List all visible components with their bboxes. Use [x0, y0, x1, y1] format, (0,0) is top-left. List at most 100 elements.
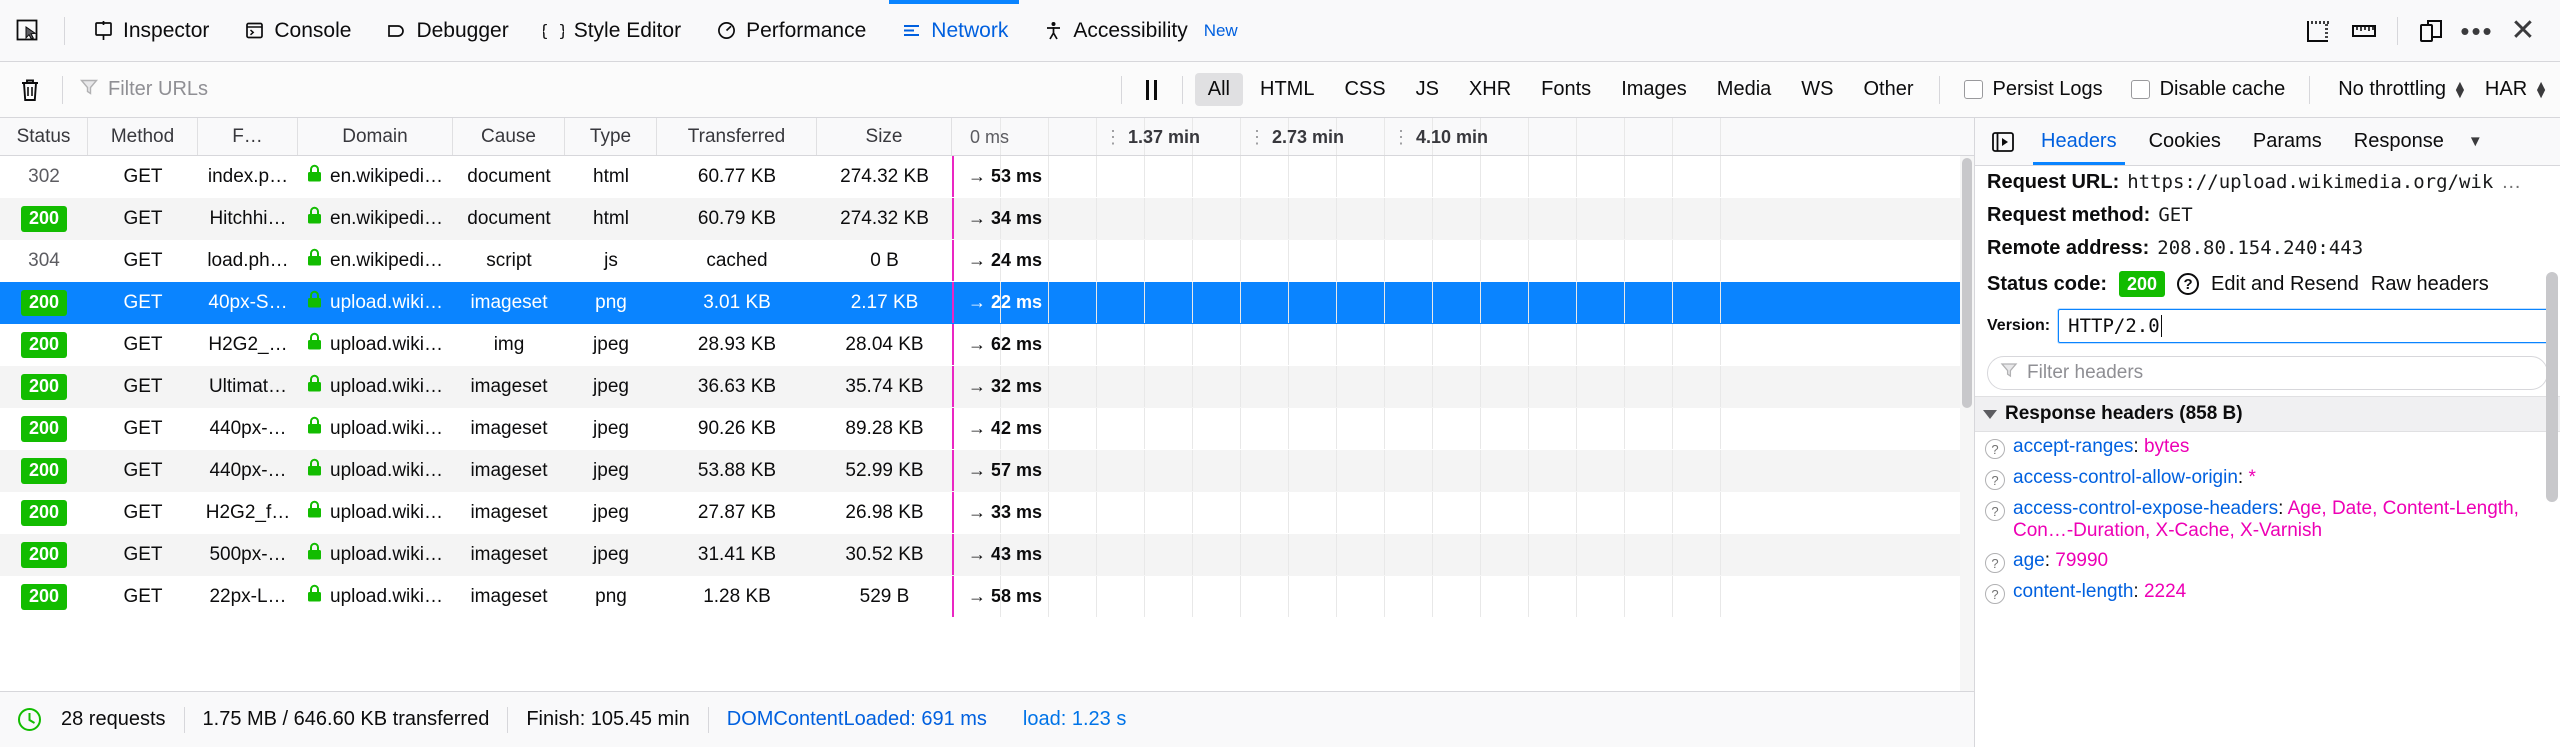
- meatball-menu-icon[interactable]: •••: [2454, 8, 2500, 54]
- table-row[interactable]: 200 GET Hitchhi… en.wikipedia… document …: [0, 198, 1974, 240]
- table-row-selected[interactable]: 200 GET 40px-S… upload.wiki… imageset pn…: [0, 282, 1974, 324]
- table-row[interactable]: 200 GET H2G2_f… upload.wiki… imageset jp…: [0, 492, 1974, 534]
- cell-domain: upload.wiki…: [298, 408, 453, 449]
- pause-icon[interactable]: [1132, 70, 1172, 110]
- details-scrollbar[interactable]: [2546, 262, 2558, 739]
- svg-text:{ }: { }: [543, 21, 564, 40]
- details-scrollbar-thumb[interactable]: [2546, 272, 2558, 502]
- filter-type-js[interactable]: JS: [1403, 73, 1452, 106]
- filter-type-ws[interactable]: WS: [1788, 73, 1846, 106]
- column-header-size[interactable]: Size: [817, 118, 952, 155]
- header-help-icon[interactable]: ?: [1985, 439, 2005, 459]
- request-list-scrollbar[interactable]: [1960, 156, 1974, 691]
- raw-headers-button[interactable]: Raw headers: [2371, 273, 2489, 296]
- tab-headers[interactable]: Headers: [2025, 118, 2133, 165]
- header-help-icon[interactable]: ?: [1985, 553, 2005, 573]
- filter-type-images[interactable]: Images: [1608, 73, 1700, 106]
- table-row[interactable]: 200 GET 440px-… upload.wiki… imageset jp…: [0, 450, 1974, 492]
- network-status-icon[interactable]: [16, 706, 43, 733]
- column-header-method[interactable]: Method: [88, 118, 198, 155]
- header-name[interactable]: accept-ranges: [2013, 436, 2133, 457]
- measure-icon[interactable]: [2295, 8, 2341, 54]
- edit-and-resend-button[interactable]: Edit and Resend: [2211, 273, 2359, 296]
- trash-icon[interactable]: [8, 70, 52, 110]
- element-picker-icon[interactable]: [6, 11, 50, 51]
- performance-icon: [715, 20, 737, 42]
- filter-type-media[interactable]: Media: [1704, 73, 1784, 106]
- column-header-file[interactable]: F…: [198, 118, 298, 155]
- table-row[interactable]: 200 GET 22px-L… upload.wiki… imageset pn…: [0, 576, 1974, 618]
- pause-bars: [1146, 80, 1157, 100]
- table-row[interactable]: 302 GET index.p… en.wikipedia… document …: [0, 156, 1974, 198]
- header-name[interactable]: access-control-expose-headers: [2013, 498, 2278, 519]
- meatball-dots: •••: [2460, 18, 2493, 44]
- tab-cookies[interactable]: Cookies: [2133, 118, 2237, 165]
- cell-transferred: 31.41 KB: [657, 534, 817, 575]
- filter-type-html[interactable]: HTML: [1247, 73, 1327, 106]
- header-help-icon[interactable]: ?: [1985, 470, 2005, 490]
- lock-icon: [306, 374, 323, 399]
- tab-network[interactable]: Network: [883, 0, 1025, 62]
- tab-params[interactable]: Params: [2237, 118, 2338, 165]
- cell-method: GET: [88, 534, 198, 575]
- throttling-select[interactable]: No throttling ▲▼: [2338, 78, 2467, 101]
- tab-style-editor[interactable]: { } Style Editor: [526, 0, 698, 62]
- status-code-row: Status code: 200 ? Edit and Resend Raw h…: [1975, 265, 2560, 303]
- chevron-down-icon[interactable]: ▼: [2460, 118, 2491, 165]
- question-mark-icon[interactable]: ?: [2177, 273, 2199, 295]
- table-row[interactable]: 200 GET 440px-… upload.wiki… imageset jp…: [0, 408, 1974, 450]
- status-badge: 200: [21, 584, 67, 610]
- filter-type-xhr[interactable]: XHR: [1456, 73, 1524, 106]
- header-name[interactable]: age: [2013, 550, 2045, 571]
- header-name[interactable]: content-length: [2013, 581, 2133, 602]
- status-transfer: 1.75 MB / 646.60 KB transferred: [185, 708, 508, 731]
- waterfall-gridlines: [952, 492, 1974, 533]
- header-name[interactable]: access-control-allow-origin: [2013, 467, 2238, 488]
- column-header-waterfall[interactable]: 0 ms ⋮1.37 min ⋮2.73 min ⋮4.10 min: [952, 118, 1974, 155]
- version-input[interactable]: HTTP/2.0: [2058, 309, 2550, 343]
- tab-performance[interactable]: Performance: [698, 0, 883, 62]
- status-requests: 28 requests: [43, 708, 184, 731]
- column-header-cause[interactable]: Cause: [453, 118, 565, 155]
- waterfall-tick-2: ⋮2.73 min: [1240, 118, 1344, 155]
- table-row[interactable]: 200 GET Ultimat… upload.wiki… imageset j…: [0, 366, 1974, 408]
- column-header-status[interactable]: Status: [0, 118, 88, 155]
- column-header-transferred[interactable]: Transferred: [657, 118, 817, 155]
- close-icon[interactable]: ✕: [2500, 8, 2546, 54]
- cell-type: png: [565, 576, 657, 617]
- cell-domain-text: upload.wiki…: [330, 418, 443, 440]
- scrollbar-thumb[interactable]: [1962, 158, 1972, 408]
- table-row[interactable]: 200 GET H2G2_… upload.wiki… img jpeg 28.…: [0, 324, 1974, 366]
- cell-domain-text: upload.wiki…: [330, 460, 443, 482]
- filter-type-fonts[interactable]: Fonts: [1528, 73, 1604, 106]
- filter-type-css[interactable]: CSS: [1331, 73, 1398, 106]
- request-url-value[interactable]: https://upload.wikimedia.org/wik: [2127, 171, 2493, 193]
- table-row[interactable]: 200 GET 500px-… upload.wiki… imageset jp…: [0, 534, 1974, 576]
- responsive-design-mode-icon[interactable]: [2408, 8, 2454, 54]
- tab-response[interactable]: Response: [2338, 118, 2460, 165]
- cell-file: 440px-…: [198, 408, 298, 449]
- header-help-icon[interactable]: ?: [1985, 501, 2005, 521]
- table-row[interactable]: 304 GET load.ph… en.wikipedia… script js…: [0, 240, 1974, 282]
- column-header-type[interactable]: Type: [565, 118, 657, 155]
- tab-console[interactable]: Console: [226, 0, 368, 62]
- tab-debugger[interactable]: Debugger: [368, 0, 525, 62]
- har-select[interactable]: HAR ▲▼: [2485, 78, 2548, 101]
- filter-headers-input[interactable]: Filter headers: [1987, 356, 2548, 390]
- header-help-icon[interactable]: ?: [1985, 584, 2005, 604]
- tab-inspector[interactable]: Inspector: [75, 0, 226, 62]
- filter-type-other[interactable]: Other: [1850, 73, 1926, 106]
- filter-urls-input[interactable]: Filter URLs: [73, 73, 613, 107]
- cell-domain: en.wikipedia…: [298, 198, 453, 239]
- filter-type-all[interactable]: All: [1195, 73, 1243, 106]
- persist-logs-checkbox[interactable]: Persist Logs: [1964, 78, 2103, 101]
- tab-accessibility[interactable]: Accessibility New: [1025, 0, 1254, 62]
- cell-waterfall: →43 ms: [952, 534, 1974, 575]
- cell-transferred: 27.87 KB: [657, 492, 817, 533]
- ruler-icon[interactable]: [2341, 8, 2387, 54]
- cell-waterfall-time: →53 ms: [952, 166, 1042, 187]
- column-header-domain[interactable]: Domain: [298, 118, 453, 155]
- response-headers-section-header[interactable]: Response headers (858 B): [1975, 396, 2560, 432]
- resend-icon[interactable]: [1981, 118, 2025, 165]
- disable-cache-checkbox[interactable]: Disable cache: [2131, 78, 2286, 101]
